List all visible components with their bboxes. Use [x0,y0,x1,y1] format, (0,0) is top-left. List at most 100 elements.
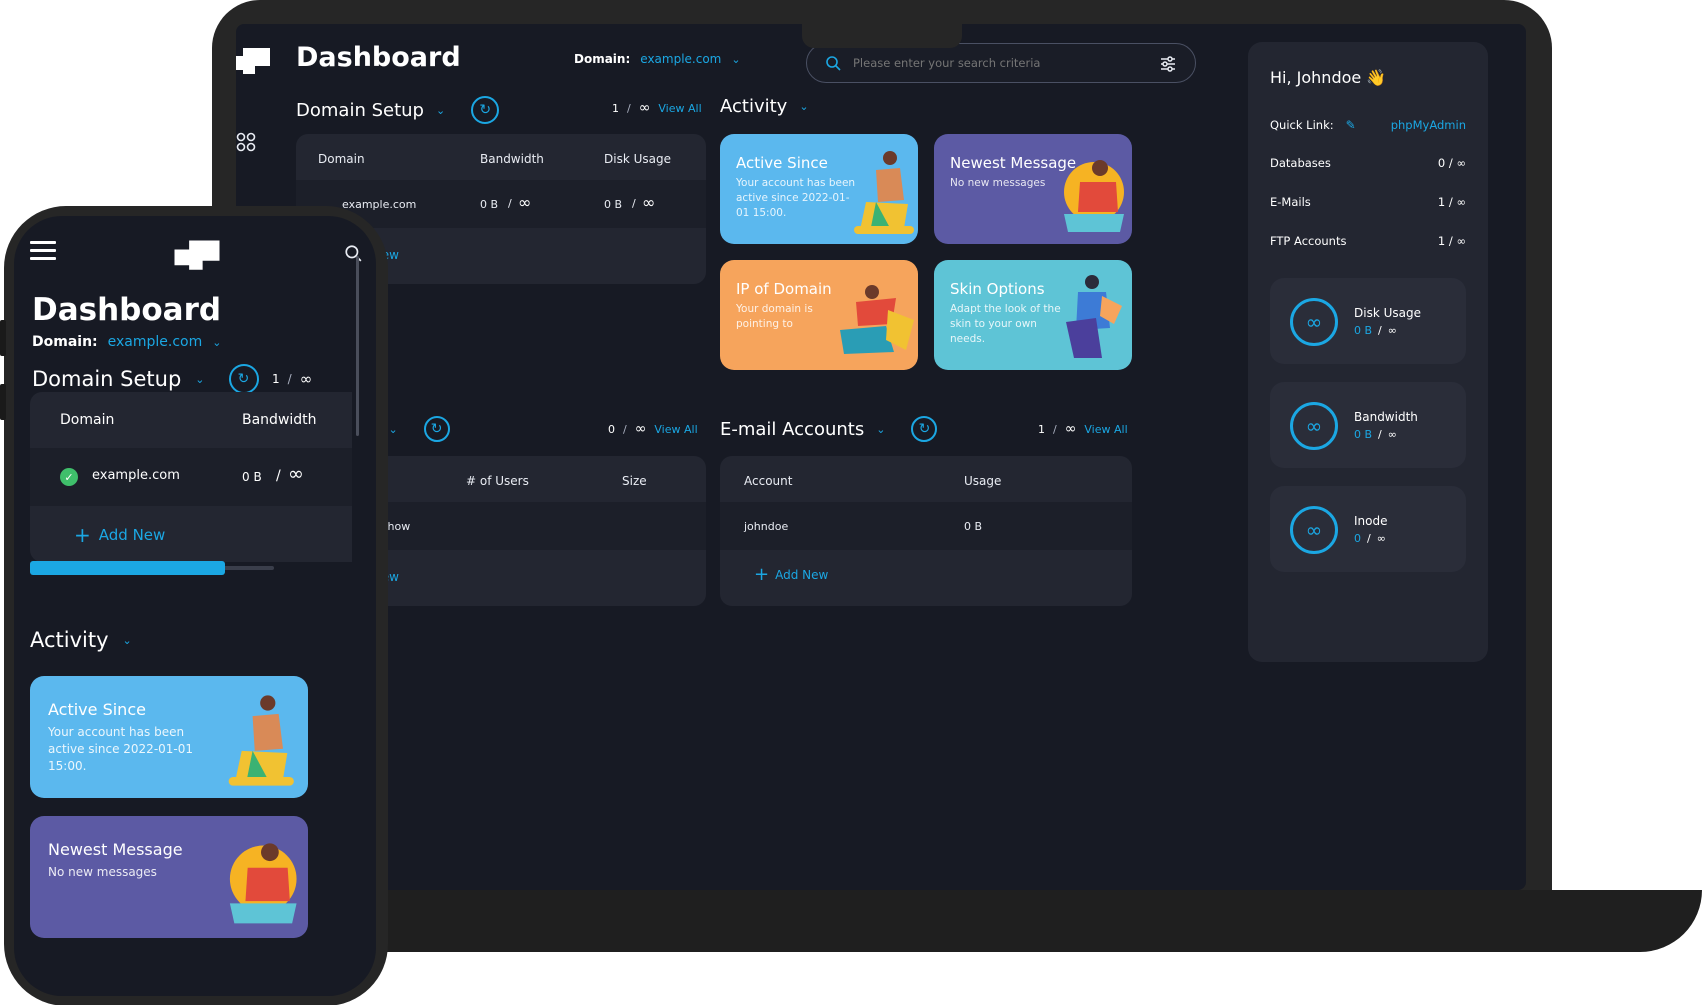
laptop-base [300,890,1702,952]
refresh-icon[interactable]: ↻ [911,416,938,442]
illustration [846,146,916,242]
logo-icon [236,44,270,76]
domain-selector[interactable]: Domain: example.com ⌄ [574,52,741,66]
bandwidth-card: ∞ Bandwidth 0 B / ∞ [1270,382,1466,468]
count: 1 [1038,422,1045,436]
illustration [1062,272,1124,366]
usage-value: 0 B / ∞ [1354,428,1397,441]
bandwidth-cell: 0 B [242,470,262,484]
account-cell: johndoe [744,520,789,533]
card-title: IP of Domain [736,280,832,298]
count: 1 [272,372,280,386]
add-new-button[interactable]: + Add New [74,523,165,547]
table-row[interactable]: johndoe 0 B [720,502,1132,550]
horizontal-scrollbar[interactable] [30,561,274,575]
domain-cell: example.com [92,468,180,483]
illustration [836,280,916,370]
card-title: Skin Options [950,280,1045,298]
refresh-icon[interactable]: ↻ [471,96,500,124]
refresh-icon[interactable]: ↻ [228,364,259,394]
active-since-card[interactable]: Active Since Your account has been activ… [30,676,308,798]
chevron-down-icon[interactable]: ⌄ [436,104,445,117]
illustration [216,830,306,934]
logo-icon [174,236,220,276]
email-accounts-header: E-mail Accounts ⌄ ↻ [720,416,938,442]
stat-value: 0 / ∞ [1437,156,1466,170]
view-all-link[interactable]: View All [654,423,697,436]
check-icon: ✓ [60,468,78,486]
usage-label: Inode [1354,514,1388,528]
section-title: Activity [30,628,109,652]
chevron-down-icon[interactable]: ⌄ [799,100,808,113]
email-accounts-counter: 1 / ∞ View All [1038,421,1128,437]
plus-icon: + [74,523,91,547]
chevron-down-icon[interactable]: ⌄ [195,373,204,386]
disk-cell: 0 B [604,198,623,211]
menu-icon[interactable] [30,240,56,266]
refresh-icon[interactable]: ↻ [423,416,450,442]
usage-label: Bandwidth [1354,410,1418,424]
databases-counter: 0 / ∞ View All [608,421,698,437]
usage-used: 0 [1354,532,1361,545]
skin-options-card[interactable]: Skin Options Adapt the look of the skin … [934,260,1132,370]
column-header: Bandwidth [480,152,544,166]
domain-selector[interactable]: Domain: example.com ⌄ [32,334,221,350]
vertical-scrollbar[interactable] [356,256,359,436]
filter-icon[interactable] [1159,55,1177,77]
pencil-icon[interactable]: ✎ [1346,118,1356,132]
stat-label: FTP Accounts [1270,234,1347,248]
scrollbar-thumb[interactable] [30,561,226,575]
domain-setup-counter: 1 / ∞ View All [612,100,702,116]
infinity-icon: ∞ [1290,298,1338,346]
card-text: Your account has been active since 2022-… [736,177,856,219]
add-new-button[interactable]: + Add New [754,566,828,584]
phone-side-button [0,384,6,420]
chevron-down-icon: ⌄ [212,335,222,349]
section-title: Activity [720,96,788,117]
separator: / [632,197,636,210]
section-title: E-mail Accounts [720,418,865,440]
grid-icon[interactable] [236,132,258,154]
page-title: Dashboard [296,42,461,73]
separator: / [508,197,512,210]
wave-icon: 👋 [1366,68,1387,87]
activity-header: Activity ⌄ [720,96,809,117]
activity-header: Activity ⌄ [30,628,132,652]
phone-side-button [0,320,6,356]
count: 1 [612,101,619,115]
search-bar[interactable] [806,43,1196,83]
search-input[interactable] [853,52,1143,74]
email-accounts-table: Account Usage johndoe 0 B + Add New [720,456,1132,606]
inode-card: ∞ Inode 0 / ∞ [1270,486,1466,572]
column-header: Disk Usage [604,152,671,166]
view-all-link[interactable]: View All [1084,423,1127,436]
stat-row: E-Mails 1 / ∞ [1270,195,1466,209]
stat-row: FTP Accounts 1 / ∞ [1270,234,1466,248]
card-title: Active Since [736,154,828,172]
column-header: Domain [60,412,115,428]
table-row[interactable]: ✓ example.com 0 B / ∞ [30,448,352,506]
user-panel: Hi, Johndoe 👋 Quick Link: ✎ phpMyAdmin D… [1248,42,1488,662]
chevron-down-icon[interactable]: ⌄ [876,423,885,436]
desktop-screen: Dashboard Domain: example.com ⌄ Domain S… [236,24,1526,890]
usage-cell: 0 B [964,520,983,533]
active-since-card[interactable]: Active Since Your account has been activ… [720,134,918,244]
page-title: Dashboard [32,292,222,328]
column-header: Size [622,474,647,488]
stat-value: 1 / ∞ [1437,195,1466,209]
card-text: Adapt the look of the skin to your own n… [950,303,1061,345]
newest-message-card[interactable]: Newest Message No new messages [30,816,308,938]
newest-message-card[interactable]: Newest Message No new messages [934,134,1132,244]
section-title: Domain Setup [296,99,424,121]
view-all-link[interactable]: View All [658,102,701,115]
chevron-down-icon[interactable]: ⌄ [123,634,132,647]
search-icon[interactable] [344,244,362,266]
usage-label: Disk Usage [1354,306,1421,320]
infinity-icon: ∞ [638,100,651,116]
quick-link-value[interactable]: phpMyAdmin [1391,118,1466,132]
card-text: Your account has been active since 2022-… [48,725,194,773]
ip-of-domain-card[interactable]: IP of Domain Your domain is pointing to [720,260,918,370]
chevron-down-icon[interactable]: ⌄ [388,423,397,436]
stat-row: Databases 0 / ∞ [1270,156,1466,170]
infinity-icon: ∞ [299,370,313,388]
